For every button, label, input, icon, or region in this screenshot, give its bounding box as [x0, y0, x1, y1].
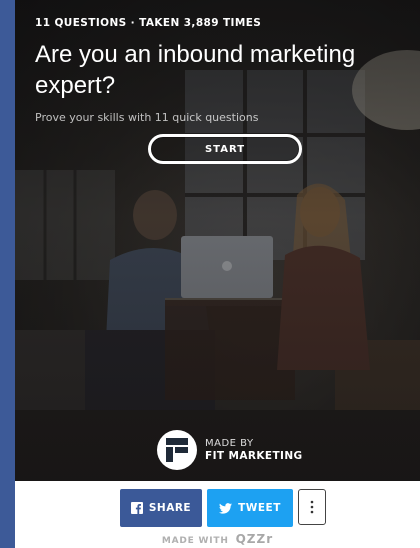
made-with-label: MADE WITH — [161, 536, 229, 546]
facebook-share-label: SHARE — [148, 502, 192, 514]
qzzr-logo: QZZr — [235, 532, 274, 546]
facebook-share-button[interactable]: SHARE — [120, 489, 202, 527]
more-options-button[interactable] — [298, 489, 326, 525]
brand-text: MADE BY FIT MARKETING — [205, 437, 303, 463]
share-bar: SHARE TWEET MADE WITH QZZr — [15, 481, 420, 548]
quiz-meta: 11 QUESTIONS · TAKEN 3,889 TIMES — [35, 17, 262, 29]
quiz-hero: 11 QUESTIONS · TAKEN 3,889 TIMES Are you… — [15, 0, 420, 481]
twitter-tweet-label: TWEET — [238, 502, 281, 514]
brand-name[interactable]: FIT MARKETING — [205, 450, 303, 463]
twitter-bird-icon — [219, 502, 233, 514]
made-with-footer[interactable]: MADE WITH QZZr — [15, 532, 420, 546]
brand-attribution: MADE BY FIT MARKETING — [157, 430, 303, 470]
quiz-card: 11 QUESTIONS · TAKEN 3,889 TIMES Are you… — [15, 0, 420, 548]
facebook-icon — [130, 502, 143, 514]
quiz-title: Are you an inbound marketing expert? — [35, 41, 356, 99]
fit-marketing-logo-icon[interactable] — [157, 430, 197, 470]
twitter-tweet-button[interactable]: TWEET — [207, 489, 293, 527]
quiz-subtitle: Prove your skills with 11 quick question… — [35, 111, 259, 124]
start-button[interactable]: START — [148, 134, 302, 164]
brand-made-by-label: MADE BY — [205, 438, 254, 449]
vertical-ellipsis-icon — [310, 500, 314, 514]
